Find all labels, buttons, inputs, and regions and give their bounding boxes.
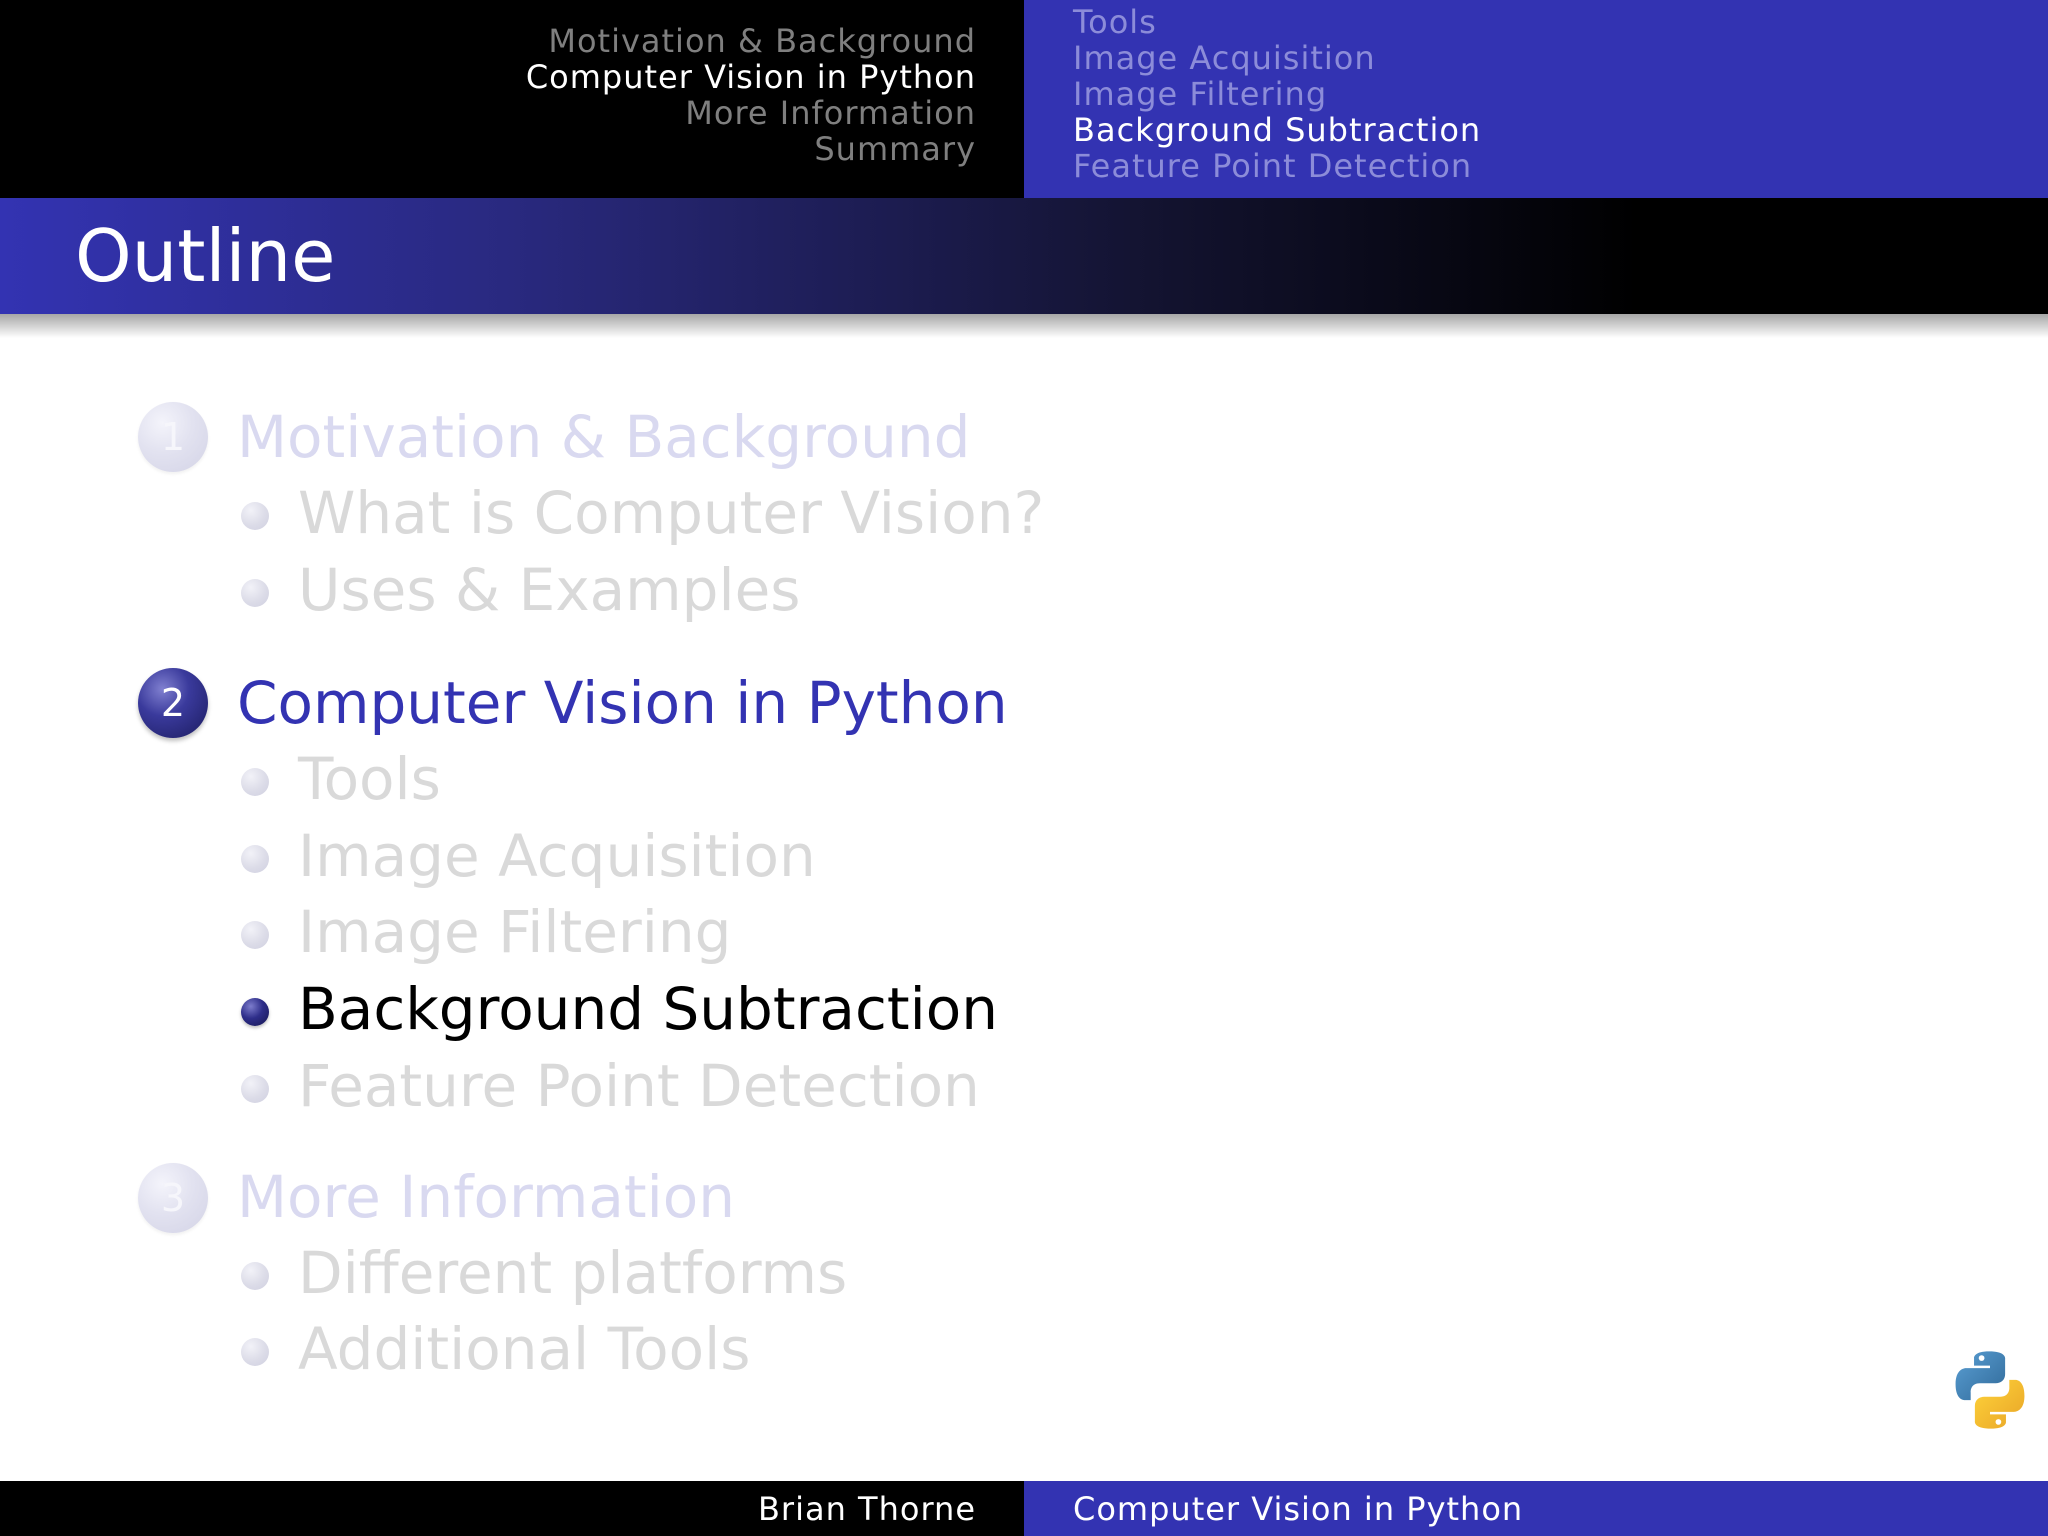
outline-item-additional-tools[interactable]: Additional Tools [298, 1315, 750, 1383]
bullet-icon [241, 1262, 269, 1290]
nav-subsection-background-subtraction[interactable]: Background Subtraction [1073, 112, 1481, 148]
nav-subsection-image-acquisition[interactable]: Image Acquisition [1073, 40, 1376, 76]
outline-item-image-acquisition[interactable]: Image Acquisition [298, 822, 816, 890]
outline-section-computer-vision-python[interactable]: Computer Vision in Python [237, 669, 1008, 737]
nav-subsection-feature-point-detection[interactable]: Feature Point Detection [1073, 148, 1472, 184]
frame-title: Outline [75, 214, 336, 298]
footer-author-panel: Brian Thorne [0, 1481, 1024, 1536]
nav-section-summary[interactable]: Summary [814, 131, 976, 167]
bullet-icon [241, 579, 269, 607]
nav-section-more-information[interactable]: More Information [685, 95, 976, 131]
section-navigation: Motivation & Background Computer Vision … [0, 0, 1024, 198]
frame-title-bar: Outline [0, 198, 2048, 314]
nav-section-motivation[interactable]: Motivation & Background [548, 23, 976, 59]
outline-item-tools[interactable]: Tools [298, 745, 441, 813]
bullet-icon [241, 768, 269, 796]
bullet-icon [241, 1338, 269, 1366]
bullet-icon [241, 845, 269, 873]
section-number-badge: 2 [138, 668, 208, 738]
outline-item-background-subtraction[interactable]: Background Subtraction [298, 975, 998, 1043]
outline-item-what-is-cv[interactable]: What is Computer Vision? [298, 479, 1044, 547]
bullet-icon [241, 998, 269, 1026]
bullet-icon [241, 1075, 269, 1103]
outline-item-uses-examples[interactable]: Uses & Examples [298, 556, 801, 624]
outline-item-image-filtering[interactable]: Image Filtering [298, 898, 731, 966]
outline-section-more-information[interactable]: More Information [237, 1163, 735, 1231]
section-number-badge: 3 [138, 1163, 208, 1233]
nav-section-computer-vision-python[interactable]: Computer Vision in Python [526, 59, 976, 95]
outline-item-feature-point-detection[interactable]: Feature Point Detection [298, 1052, 980, 1120]
title-bar-shadow [0, 314, 2048, 338]
nav-subsection-image-filtering[interactable]: Image Filtering [1073, 76, 1327, 112]
navigation-bar: Motivation & Background Computer Vision … [0, 0, 2048, 198]
bullet-icon [241, 921, 269, 949]
footer-talk-title: Computer Vision in Python [1073, 1490, 1524, 1528]
nav-subsection-tools[interactable]: Tools [1073, 4, 1157, 40]
outline-section-motivation[interactable]: Motivation & Background [237, 403, 970, 471]
section-number-badge: 1 [138, 402, 208, 472]
footer-title-panel: Computer Vision in Python [1024, 1481, 2048, 1536]
bullet-icon [241, 502, 269, 530]
footer-author: Brian Thorne [757, 1490, 976, 1528]
python-logo-icon [1955, 1351, 2025, 1429]
outline-item-different-platforms[interactable]: Different platforms [298, 1239, 847, 1307]
subsection-navigation: Tools Image Acquisition Image Filtering … [1024, 0, 2048, 198]
